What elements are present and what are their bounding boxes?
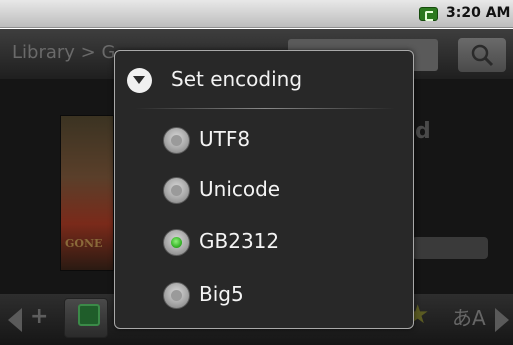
status-clock: 3:20 AM [446, 5, 511, 21]
status-bar: 3:20 AM [0, 0, 513, 28]
search-button[interactable] [458, 38, 506, 72]
encoding-option-unicode[interactable]: Unicode [115, 166, 415, 214]
encoding-option-big5[interactable]: Big5 [115, 271, 415, 319]
encoding-option-utf8[interactable]: UTF8 [115, 116, 415, 164]
option-label: Unicode [199, 177, 281, 201]
search-icon [471, 44, 494, 67]
radio-button[interactable] [163, 282, 190, 309]
radio-button[interactable] [163, 127, 190, 154]
scroll-right-icon[interactable] [495, 308, 509, 332]
set-encoding-dialog: Set encoding UTF8 Unicode GB2312 Big5 [114, 50, 414, 329]
note-icon [78, 304, 100, 326]
breadcrumb: Library > G [12, 42, 116, 63]
battery-charging-icon [419, 7, 438, 21]
scroll-left-icon[interactable] [8, 308, 22, 332]
dropdown-circle-icon [127, 68, 152, 93]
radio-button[interactable] [163, 177, 190, 204]
radio-button-checked[interactable] [163, 229, 190, 256]
option-label: Big5 [199, 282, 244, 306]
progress-bar [412, 237, 488, 259]
option-label: UTF8 [199, 127, 251, 151]
option-label: GB2312 [199, 229, 280, 253]
encoding-option-gb2312[interactable]: GB2312 [115, 218, 415, 266]
add-icon[interactable]: + [30, 304, 48, 329]
font-size-icon[interactable]: あA [452, 302, 486, 331]
book-cover-title: GONE [65, 237, 103, 250]
obscured-text: d [415, 119, 431, 144]
dialog-header: Set encoding [115, 51, 413, 109]
dialog-divider [135, 108, 395, 109]
book-cover[interactable]: GONE [60, 115, 114, 271]
dialog-title: Set encoding [171, 67, 303, 91]
